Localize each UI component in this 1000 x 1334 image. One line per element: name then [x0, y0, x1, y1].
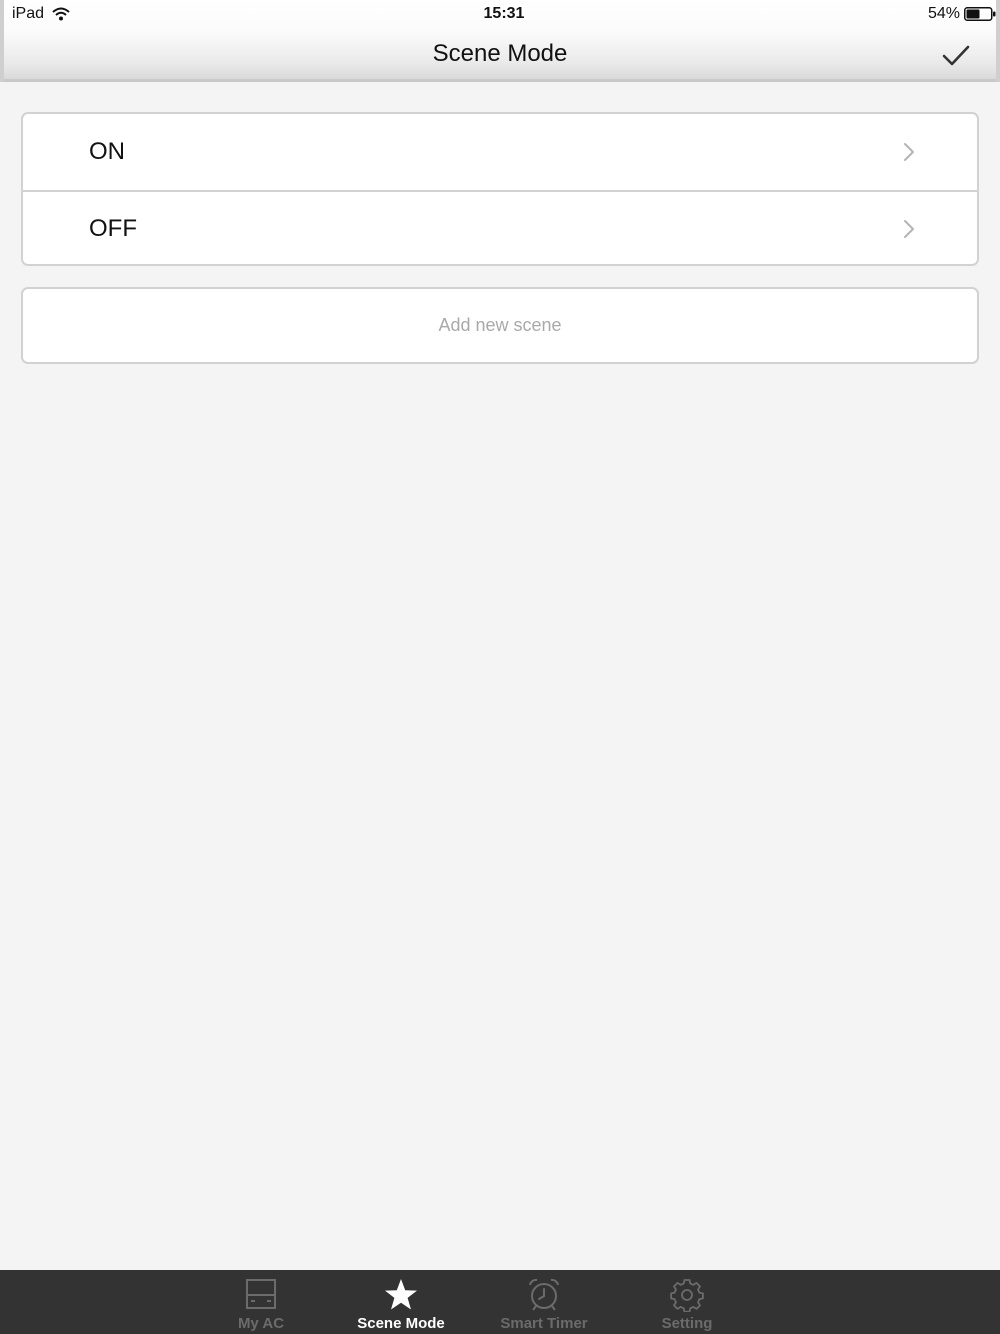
- tab-label: Smart Timer: [500, 1315, 588, 1332]
- scene-label: OFF: [89, 215, 137, 242]
- tab-label: Setting: [661, 1315, 713, 1332]
- ac-unit-icon: [246, 1279, 276, 1309]
- battery-percent: 54%: [927, 5, 960, 22]
- tab-scene-mode[interactable]: Scene Mode: [336, 1270, 466, 1334]
- status-bar: iPad 15:31 54%: [4, 0, 1000, 28]
- tab-label: Scene Mode: [357, 1315, 445, 1332]
- scene-label: ON: [89, 138, 125, 165]
- status-time: 15:31: [483, 5, 525, 22]
- alarm-clock-icon: [529, 1278, 559, 1311]
- done-button[interactable]: [942, 44, 970, 68]
- tab-bar: My AC Scene Mode Smart Timer Setting: [0, 1270, 1000, 1334]
- page-title: Scene Mode: [432, 40, 568, 67]
- tab-setting[interactable]: Setting: [622, 1270, 752, 1334]
- tab-smart-timer[interactable]: Smart Timer: [479, 1270, 609, 1334]
- chevron-right-icon: [904, 220, 914, 238]
- scene-list: ON OFF: [21, 112, 979, 266]
- add-new-scene-button[interactable]: Add new scene: [21, 287, 979, 364]
- tab-label: My AC: [237, 1315, 285, 1332]
- top-bar: iPad 15:31 54% Scene Mode: [0, 0, 1000, 82]
- chevron-right-icon: [904, 143, 914, 161]
- star-icon: [385, 1279, 417, 1310]
- scene-row-off[interactable]: OFF: [23, 190, 977, 264]
- tab-my-ac[interactable]: My AC: [196, 1270, 326, 1334]
- scene-row-on[interactable]: ON: [23, 114, 977, 190]
- add-new-scene-label: Add new scene: [438, 315, 562, 335]
- battery-icon: [964, 7, 996, 21]
- gear-icon: [670, 1279, 704, 1312]
- checkmark-icon: [942, 45, 970, 66]
- battery-fill: [966, 9, 980, 19]
- status-right: 54%: [928, 5, 996, 23]
